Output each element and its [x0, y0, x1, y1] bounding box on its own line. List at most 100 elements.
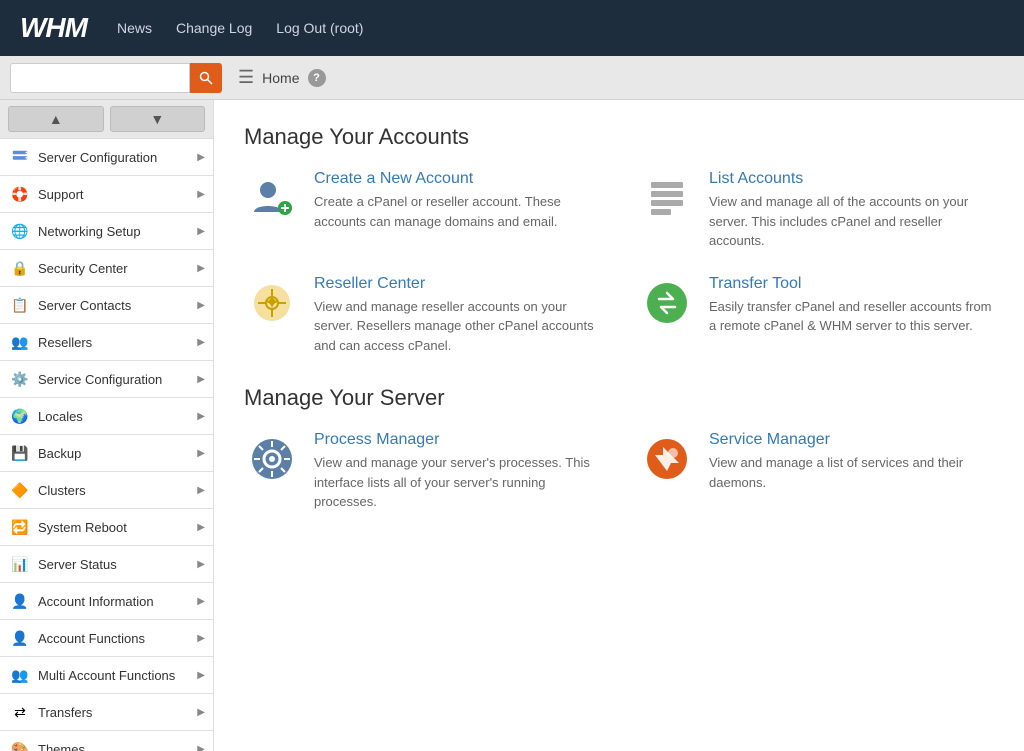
- service-manager-body: Service ManagerView and manage a list of…: [709, 431, 994, 492]
- main-content: Manage Your Accounts Create a New Accoun…: [214, 100, 1024, 751]
- sidebar-item-server-status[interactable]: 📊Server Status▶: [0, 546, 213, 583]
- section2-title: Manage Your Server: [244, 385, 994, 411]
- sidebar: ▲ ▼ Server Configuration▶🛟Support▶🌐Netwo…: [0, 100, 214, 751]
- search-input[interactable]: [10, 63, 190, 93]
- sidebar-item-themes[interactable]: 🎨Themes▶: [0, 731, 213, 751]
- transfers-icon: ⇄: [10, 702, 30, 722]
- sidebar-arrow-resellers: ▶: [197, 337, 205, 348]
- server-cards-grid: Process Manager View and manage your serv…: [244, 431, 994, 512]
- networking-icon: 🌐: [10, 221, 30, 241]
- list-accounts-icon: [639, 170, 695, 226]
- sidebar-item-support[interactable]: 🛟Support▶: [0, 176, 213, 213]
- server-config-icon: [10, 147, 30, 167]
- sidebar-item-locales[interactable]: 🌍Locales▶: [0, 398, 213, 435]
- sidebar-controls: ▲ ▼: [0, 100, 213, 139]
- sidebar-arrow-contacts: ▶: [197, 300, 205, 311]
- transfer-tool-icon: [639, 275, 695, 331]
- sidebar-label-account-func: Account Functions: [38, 631, 197, 646]
- sidebar-label-system-reboot: System Reboot: [38, 520, 197, 535]
- sidebar-item-clusters[interactable]: 🔶Clusters▶: [0, 472, 213, 509]
- help-icon[interactable]: ?: [308, 69, 326, 87]
- account-info-icon: 👤: [10, 591, 30, 611]
- security-icon: 🔒: [10, 258, 30, 278]
- sidebar-item-contacts[interactable]: 📋Server Contacts▶: [0, 287, 213, 324]
- sidebar-arrow-themes: ▶: [197, 744, 205, 751]
- nav-news[interactable]: News: [117, 20, 152, 36]
- resellers-icon: 👥: [10, 332, 30, 352]
- sidebar-label-server-config: Server Configuration: [38, 150, 197, 165]
- service-manager-title[interactable]: Service Manager: [709, 431, 994, 449]
- sidebar-items: Server Configuration▶🛟Support▶🌐Networkin…: [0, 139, 213, 751]
- sidebar-item-account-info[interactable]: 👤Account Information▶: [0, 583, 213, 620]
- list-accounts-body: List AccountsView and manage all of the …: [709, 170, 994, 251]
- sidebar-arrow-service-config: ▶: [197, 374, 205, 385]
- sidebar-item-service-config[interactable]: ⚙️Service Configuration▶: [0, 361, 213, 398]
- themes-icon: 🎨: [10, 739, 30, 751]
- transfer-tool-body: Transfer Tool Easily transfer cPanel and …: [709, 275, 994, 336]
- sidebar-arrow-account-func: ▶: [197, 633, 205, 644]
- hamburger-icon[interactable]: ☰: [238, 67, 254, 88]
- sidebar-arrow-multi-account: ▶: [197, 670, 205, 681]
- search-button[interactable]: [190, 63, 222, 93]
- sidebar-label-server-status: Server Status: [38, 557, 197, 572]
- backup-icon: 💾: [10, 443, 30, 463]
- transfer-tool-title[interactable]: Transfer Tool: [709, 275, 994, 293]
- create-account-desc: Create a cPanel or reseller account. The…: [314, 192, 599, 231]
- card-service-manager[interactable]: Service ManagerView and manage a list of…: [639, 431, 994, 512]
- card-process-manager[interactable]: Process Manager View and manage your serv…: [244, 431, 599, 512]
- process-manager-icon: [244, 431, 300, 487]
- sidebar-item-multi-account[interactable]: 👥Multi Account Functions▶: [0, 657, 213, 694]
- sidebar-item-system-reboot[interactable]: 🔁 System Reboot▶: [0, 509, 213, 546]
- top-nav: WHM News Change Log Log Out (root): [0, 0, 1024, 56]
- card-list-accounts[interactable]: List AccountsView and manage all of the …: [639, 170, 994, 251]
- sidebar-arrow-clusters: ▶: [197, 485, 205, 496]
- sidebar-down-button[interactable]: ▼: [110, 106, 206, 132]
- section1-title: Manage Your Accounts: [244, 124, 994, 150]
- sidebar-item-security[interactable]: 🔒Security Center▶: [0, 250, 213, 287]
- sidebar-label-transfers: Transfers: [38, 705, 197, 720]
- process-manager-title[interactable]: Process Manager: [314, 431, 599, 449]
- process-manager-desc: View and manage your server's processes.…: [314, 453, 599, 512]
- create-account-title[interactable]: Create a New Account: [314, 170, 599, 188]
- sidebar-label-resellers: Resellers: [38, 335, 197, 350]
- card-transfer-tool[interactable]: Transfer Tool Easily transfer cPanel and …: [639, 275, 994, 356]
- create-account-body: Create a New Account Create a cPanel or r…: [314, 170, 599, 231]
- sidebar-label-locales: Locales: [38, 409, 197, 424]
- sidebar-arrow-system-reboot: ▶: [197, 522, 205, 533]
- contacts-icon: 📋: [10, 295, 30, 315]
- reseller-center-desc: View and manage reseller accounts on you…: [314, 297, 599, 356]
- nav-links: News Change Log Log Out (root): [117, 20, 363, 36]
- sidebar-item-server-config[interactable]: Server Configuration▶: [0, 139, 213, 176]
- sidebar-arrow-locales: ▶: [197, 411, 205, 422]
- create-account-icon: [244, 170, 300, 226]
- sidebar-arrow-networking: ▶: [197, 226, 205, 237]
- sidebar-label-support: Support: [38, 187, 197, 202]
- sidebar-item-networking[interactable]: 🌐Networking Setup▶: [0, 213, 213, 250]
- nav-changelog[interactable]: Change Log: [176, 20, 252, 36]
- sidebar-up-button[interactable]: ▲: [8, 106, 104, 132]
- card-create-account[interactable]: Create a New Account Create a cPanel or r…: [244, 170, 599, 251]
- card-reseller-center[interactable]: ✦ Reseller CenterView and manage reselle…: [244, 275, 599, 356]
- search-container: [10, 63, 222, 93]
- sidebar-item-transfers[interactable]: ⇄ Transfers▶: [0, 694, 213, 731]
- nav-logout[interactable]: Log Out (root): [276, 20, 363, 36]
- sidebar-label-backup: Backup: [38, 446, 197, 461]
- service-config-icon: ⚙️: [10, 369, 30, 389]
- sidebar-item-resellers[interactable]: 👥 Resellers▶: [0, 324, 213, 361]
- clusters-icon: 🔶: [10, 480, 30, 500]
- sidebar-item-backup[interactable]: 💾Backup▶: [0, 435, 213, 472]
- sidebar-arrow-account-info: ▶: [197, 596, 205, 607]
- breadcrumb-area: ☰ Home ?: [238, 67, 326, 88]
- sidebar-item-account-func[interactable]: 👤Account Functions▶: [0, 620, 213, 657]
- sidebar-label-multi-account: Multi Account Functions: [38, 668, 197, 683]
- search-icon: [199, 71, 213, 85]
- main-area: ▲ ▼ Server Configuration▶🛟Support▶🌐Netwo…: [0, 100, 1024, 751]
- sidebar-arrow-server-config: ▶: [197, 152, 205, 163]
- accounts-cards-grid: Create a New Account Create a cPanel or r…: [244, 170, 994, 355]
- transfer-tool-desc: Easily transfer cPanel and reseller acco…: [709, 297, 994, 336]
- sidebar-arrow-server-status: ▶: [197, 559, 205, 570]
- system-reboot-icon: 🔁: [10, 517, 30, 537]
- reseller-center-title[interactable]: Reseller Center: [314, 275, 599, 293]
- sidebar-arrow-transfers: ▶: [197, 707, 205, 718]
- list-accounts-title[interactable]: List Accounts: [709, 170, 994, 188]
